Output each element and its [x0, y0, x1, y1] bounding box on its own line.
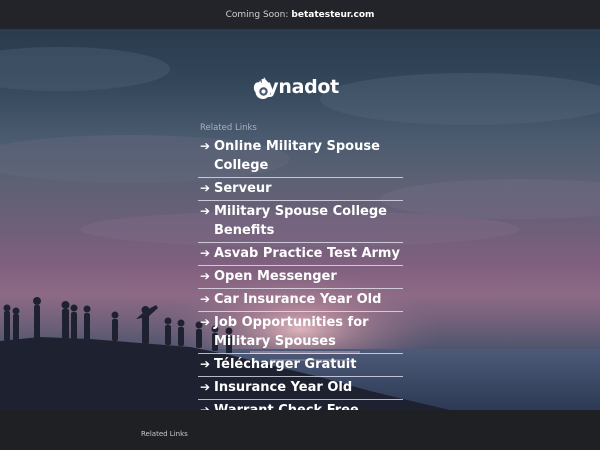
related-links-list: ➔ Online Military Spouse College ➔ Serveur ➔…: [198, 136, 403, 410]
related-link-item[interactable]: ➔Warrant Check Free: [198, 400, 403, 410]
arrow-right-icon: ➔: [200, 204, 211, 218]
arrow-right-icon: ➔: [200, 139, 211, 153]
related-link-label: Car Insurance Year Old: [214, 292, 382, 307]
related-link-label: Asvab Practice Test Army: [214, 246, 400, 261]
related-link-label: Military Spouse College Benefits: [214, 204, 387, 238]
arrow-right-icon: ➔: [200, 292, 211, 306]
footer-related-links[interactable]: Related Links: [141, 430, 188, 438]
coming-soon-bar: Coming Soon: betatesteur.com: [0, 0, 600, 29]
arrow-right-icon: ➔: [200, 315, 211, 329]
related-link-item[interactable]: ➔ Military Spouse College Benefits: [198, 201, 403, 243]
related-link-label: Online Military Spouse College: [214, 139, 380, 173]
related-link-item[interactable]: ➔ Asvab Practice Test Army: [198, 243, 403, 266]
related-link-label: Serveur: [214, 181, 272, 196]
arrow-right-icon: ➔: [200, 269, 211, 283]
coming-soon-domain: betatesteur.com: [291, 9, 375, 20]
flame-icon: [255, 77, 272, 99]
related-link-label: Insurance Year Old: [214, 380, 353, 395]
related-link-item[interactable]: ➔ Serveur: [198, 178, 403, 201]
related-link-item[interactable]: ➔ Open Messenger: [198, 266, 403, 289]
arrow-right-icon: ➔: [200, 403, 211, 410]
related-link-item[interactable]: ➔ Télécharger Gratuit: [198, 354, 403, 377]
arrow-right-icon: ➔: [200, 380, 211, 394]
related-link-item[interactable]: ➔ Job Opportunities for Military Spouses: [198, 312, 403, 354]
arrow-right-icon: ➔: [200, 181, 211, 195]
coming-soon-prefix: Coming Soon:: [225, 9, 289, 20]
related-link-item[interactable]: ➔ Online Military Spouse College: [198, 136, 403, 178]
footer: Related Links: [0, 410, 600, 450]
related-link-item[interactable]: ➔ Car Insurance Year Old: [198, 289, 403, 312]
related-link-item[interactable]: ➔ Insurance Year Old: [198, 377, 403, 400]
related-links-heading: Related Links: [200, 123, 257, 133]
related-link-label: Open Messenger: [214, 269, 337, 284]
related-links-panel: Related Links ➔ Online Military Spouse Co…: [198, 123, 403, 410]
arrow-right-icon: ➔: [200, 357, 211, 371]
arrow-right-icon: ➔: [200, 246, 211, 260]
related-link-label: Job Opportunities for Military Spouses: [214, 315, 369, 349]
related-link-label: Warrant Check Free: [214, 401, 403, 410]
related-link-label: Télécharger Gratuit: [214, 357, 357, 372]
hero-background: dynadot Related Links ➔ Online Military S…: [0, 29, 600, 410]
dynadot-logo[interactable]: dynadot: [253, 76, 339, 99]
